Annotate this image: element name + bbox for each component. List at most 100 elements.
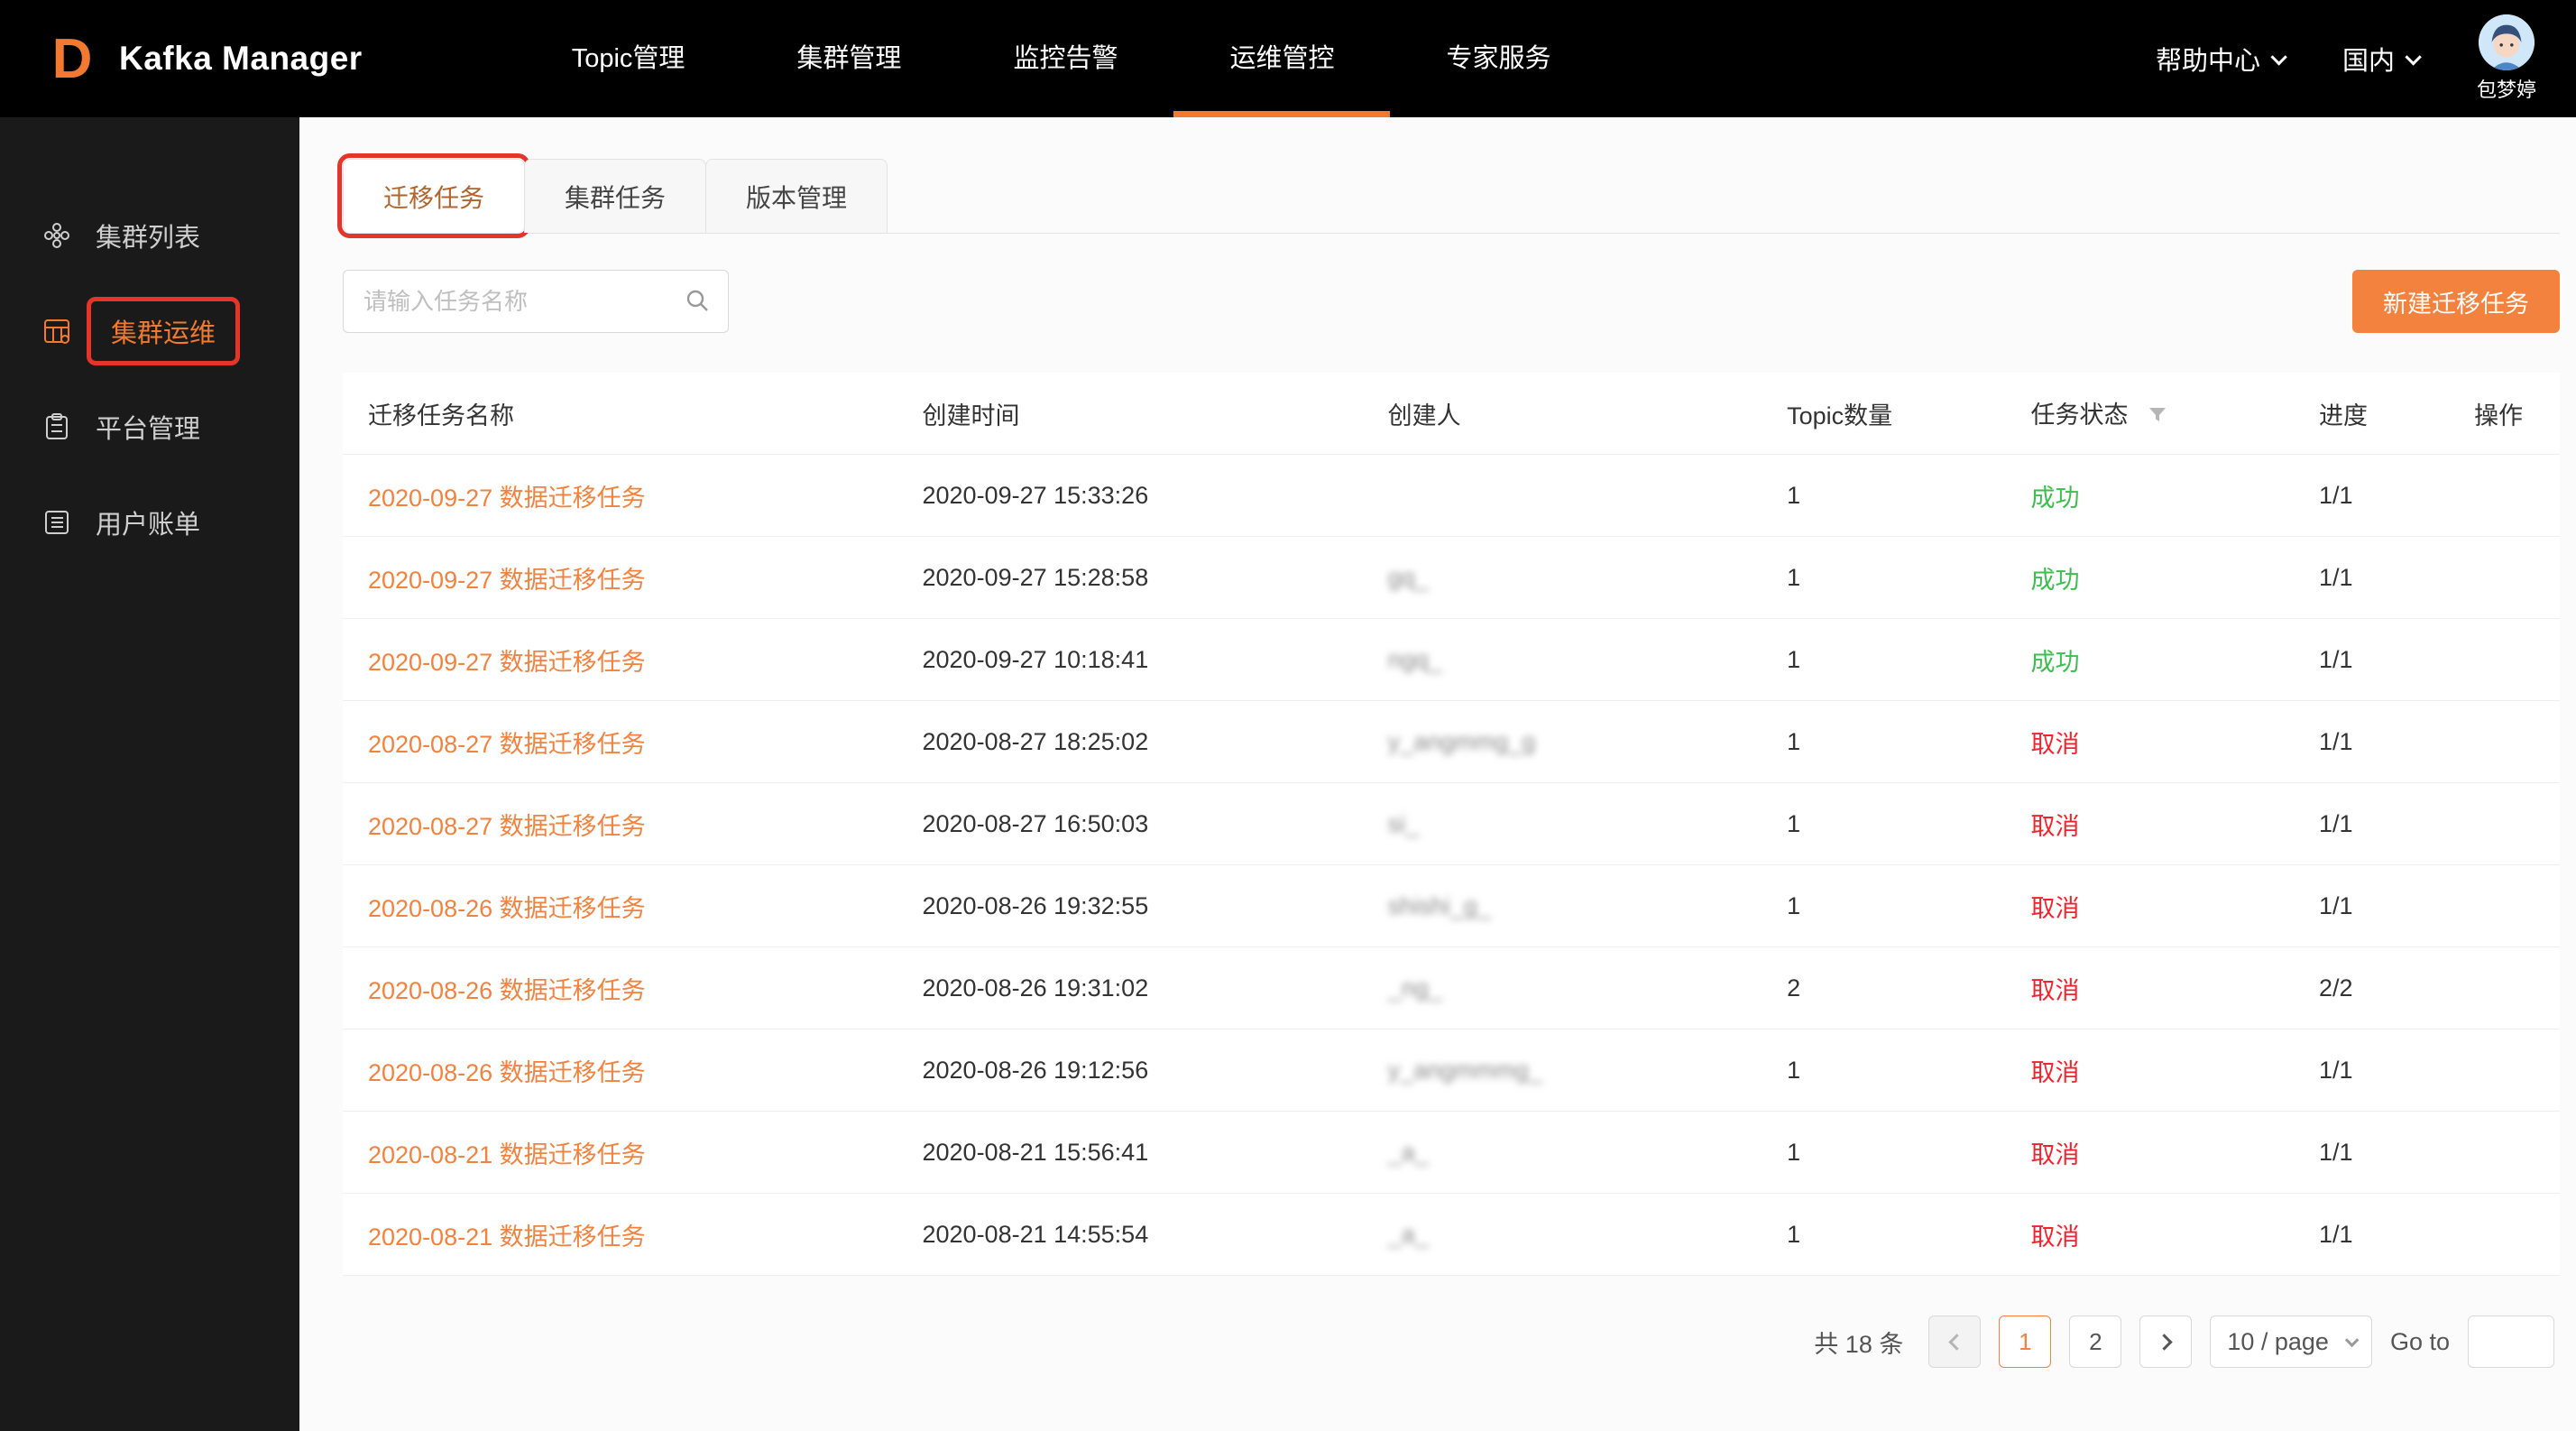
task-name-link[interactable]: 2020-08-27 数据迁移任务 (368, 813, 646, 840)
chevron-down-icon (2345, 1333, 2360, 1347)
creator: shishi_g_ (1363, 892, 1762, 920)
created-time: 2020-08-27 18:25:02 (897, 728, 1363, 756)
progress: 2/2 (2294, 974, 2449, 1002)
table-row: 2020-08-27 数据迁移任务 2020-08-27 18:25:02 y_… (343, 701, 2560, 783)
task-name-link[interactable]: 2020-08-21 数据迁移任务 (368, 1141, 646, 1168)
creator: ngq_ (1363, 646, 1762, 674)
task-name-link[interactable]: 2020-08-27 数据迁移任务 (368, 731, 646, 758)
sidebar-item-label: 集群列表 (96, 217, 200, 254)
creator: _a_ (1363, 1139, 1762, 1167)
user-menu[interactable]: 包梦婷 (2477, 14, 2536, 103)
progress: 1/1 (2294, 1139, 2449, 1167)
filter-icon[interactable] (2148, 403, 2167, 431)
region-menu[interactable]: 国内 (2342, 40, 2417, 78)
clipboard-icon (41, 411, 72, 442)
creator: si_ (1363, 810, 1762, 838)
migration-task-table: 迁移任务名称 创建时间 创建人 Topic数量 任务状态 进度 操作 2020-… (343, 373, 2560, 1276)
progress: 1/1 (2294, 646, 2449, 674)
nav-ops-control[interactable]: 运维管控 (1173, 0, 1390, 117)
sidebar-item-cluster-ops[interactable]: 集群运维 (0, 283, 299, 379)
status-badge: 取消 (2005, 1053, 2294, 1088)
sidebar: 集群列表 集群运维 平台管理 用户账单 (0, 117, 299, 1431)
user-name: 包梦婷 (2477, 74, 2536, 103)
sidebar-item-label: 用户账单 (96, 503, 200, 541)
col-topic-count: Topic数量 (1762, 396, 2005, 431)
page-button-2[interactable]: 2 (2069, 1316, 2121, 1368)
status-badge: 成功 (2005, 560, 2294, 595)
progress: 1/1 (2294, 482, 2449, 510)
progress: 1/1 (2294, 810, 2449, 838)
nav-expert-service[interactable]: 专家服务 (1390, 0, 1606, 117)
topic-count: 1 (1762, 1057, 2005, 1085)
created-time: 2020-09-27 15:28:58 (897, 564, 1363, 592)
created-time: 2020-08-27 16:50:03 (897, 810, 1363, 838)
progress: 1/1 (2294, 1057, 2449, 1085)
tab-cluster-tasks[interactable]: 集群任务 (524, 159, 706, 233)
nav-cluster-manage[interactable]: 集群管理 (741, 0, 957, 117)
search-icon[interactable] (684, 287, 711, 319)
nav-topic-manage[interactable]: Topic管理 (516, 0, 741, 117)
table-row: 2020-08-26 数据迁移任务 2020-08-26 19:31:02 _n… (343, 947, 2560, 1029)
table-row: 2020-08-21 数据迁移任务 2020-08-21 15:56:41 _a… (343, 1112, 2560, 1194)
top-nav: Topic管理 集群管理 监控告警 运维管控 专家服务 (516, 0, 1607, 117)
table-body: 2020-09-27 数据迁移任务 2020-09-27 15:33:26 1 … (343, 455, 2560, 1276)
created-time: 2020-08-21 15:56:41 (897, 1139, 1363, 1167)
creator: y_angmmg_g (1363, 728, 1762, 756)
tab-bar: 迁移任务 集群任务 版本管理 (343, 159, 2560, 234)
help-center-label: 帮助中心 (2156, 40, 2260, 78)
header-right: 帮助中心 国内 包梦婷 (2156, 14, 2536, 103)
page-button-1[interactable]: 1 (1999, 1316, 2051, 1368)
progress: 1/1 (2294, 564, 2449, 592)
task-name-link[interactable]: 2020-08-26 数据迁移任务 (368, 977, 646, 1004)
status-badge: 成功 (2005, 478, 2294, 513)
nav-monitor-alert[interactable]: 监控告警 (957, 0, 1173, 117)
chevron-down-icon (2270, 49, 2286, 65)
tab-migration-tasks[interactable]: 迁移任务 (343, 159, 525, 233)
task-name-link[interactable]: 2020-09-27 数据迁移任务 (368, 649, 646, 676)
task-name-link[interactable]: 2020-08-26 数据迁移任务 (368, 1059, 646, 1086)
status-badge: 取消 (2005, 971, 2294, 1006)
creator: _a_ (1363, 1221, 1762, 1249)
col-progress: 进度 (2294, 396, 2449, 431)
sidebar-item-user-billing[interactable]: 用户账单 (0, 475, 299, 570)
created-time: 2020-08-26 19:32:55 (897, 892, 1363, 920)
task-name-link[interactable]: 2020-09-27 数据迁移任务 (368, 485, 646, 512)
col-created-time: 创建时间 (897, 396, 1363, 431)
prev-page-button[interactable] (1928, 1316, 1981, 1368)
table-row: 2020-09-27 数据迁移任务 2020-09-27 15:33:26 1 … (343, 455, 2560, 537)
progress: 1/1 (2294, 1221, 2449, 1249)
goto-page-input[interactable] (2468, 1316, 2554, 1368)
status-badge: 取消 (2005, 1217, 2294, 1252)
page-size-select[interactable]: 10 / page (2210, 1316, 2372, 1368)
topic-count: 2 (1762, 974, 2005, 1002)
help-center-menu[interactable]: 帮助中心 (2156, 40, 2283, 78)
sidebar-item-label annotation-box: 集群运维 (87, 297, 240, 365)
status-badge: 取消 (2005, 807, 2294, 842)
sidebar-item-platform-manage[interactable]: 平台管理 (0, 379, 299, 475)
next-page-button[interactable] (2139, 1316, 2192, 1368)
created-time: 2020-08-26 19:12:56 (897, 1057, 1363, 1085)
table-row: 2020-08-21 数据迁移任务 2020-08-21 14:55:54 _a… (343, 1194, 2560, 1276)
task-name-link[interactable]: 2020-08-21 数据迁移任务 (368, 1223, 646, 1251)
search-input[interactable] (343, 270, 729, 333)
sidebar-item-cluster-list[interactable]: 集群列表 (0, 188, 299, 283)
region-label: 国内 (2342, 40, 2395, 78)
status-badge: 取消 (2005, 1135, 2294, 1170)
search-box (343, 270, 729, 333)
task-name-link[interactable]: 2020-09-27 数据迁移任务 (368, 567, 646, 594)
tab-version-manage[interactable]: 版本管理 (705, 159, 888, 233)
new-migration-task-button[interactable]: 新建迁移任务 (2352, 270, 2560, 333)
goto-label: Go to (2390, 1328, 2450, 1356)
app-title: Kafka Manager (119, 40, 363, 78)
list-icon (41, 507, 72, 538)
sidebar-item-label: 平台管理 (96, 408, 200, 446)
toolbar: 新建迁移任务 (343, 270, 2560, 333)
total-count: 共 18 条 (1814, 1325, 1903, 1360)
created-time: 2020-08-21 14:55:54 (897, 1221, 1363, 1249)
status-badge: 成功 (2005, 642, 2294, 678)
table-row: 2020-09-27 数据迁移任务 2020-09-27 10:18:41 ng… (343, 619, 2560, 701)
cluster-ops-icon (41, 316, 72, 346)
created-time: 2020-08-26 19:31:02 (897, 974, 1363, 1002)
task-name-link[interactable]: 2020-08-26 数据迁移任务 (368, 895, 646, 922)
main-content: 迁移任务 集群任务 版本管理 新建迁移任务 迁移任务名称 创建时间 创建人 To… (299, 117, 2576, 1368)
